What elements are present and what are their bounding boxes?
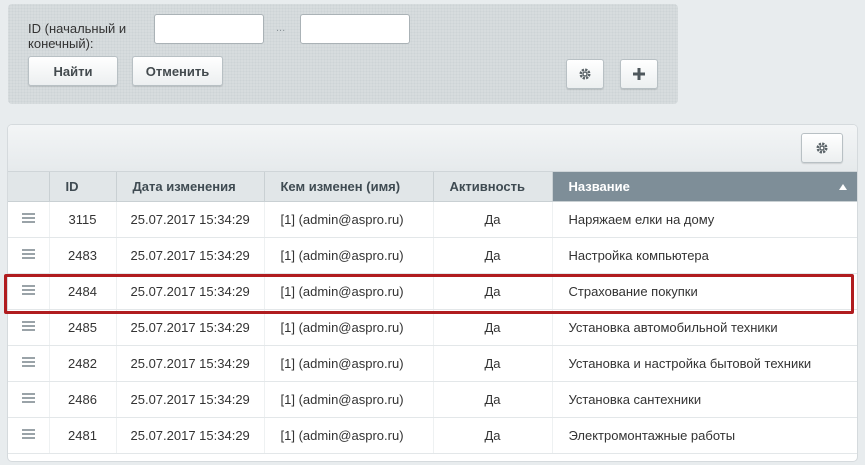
cell-date: 25.07.2017 15:34:29 (116, 309, 265, 346)
id-range-label: ID (начальный и конечный): (28, 21, 127, 51)
table-row[interactable]: 2482 25.07.2017 15:34:29 [1] (admin@aspro.… (8, 345, 857, 382)
cell-modified-by: [1] (admin@aspro.ru) (264, 309, 434, 346)
table-row[interactable]: 2486 25.07.2017 15:34:29 [1] (admin@aspro.… (8, 381, 857, 418)
sort-asc-icon (838, 184, 847, 190)
cell-modified-by: [1] (admin@aspro.ru) (264, 201, 434, 238)
column-header-active[interactable]: Активность (433, 172, 553, 202)
menu-icon (21, 391, 35, 405)
cell-modified-by: [1] (admin@aspro.ru) (264, 273, 434, 310)
row-menu-cell[interactable] (8, 237, 50, 274)
menu-icon (21, 247, 35, 261)
filter-panel: ID (начальный и конечный): ... Найти Отм… (8, 4, 678, 104)
cell-active: Да (433, 345, 553, 382)
cell-date: 25.07.2017 15:34:29 (116, 237, 265, 274)
list-panel: ID Дата изменения Кем изменен (имя) Акти… (8, 125, 857, 461)
cell-name[interactable]: Настройка компьютера (552, 237, 857, 274)
find-button[interactable]: Найти (28, 56, 118, 86)
cell-date: 25.07.2017 15:34:29 (116, 345, 265, 382)
cell-name[interactable]: Наряжаем елки на дому (552, 201, 857, 238)
table-row[interactable]: 3115 25.07.2017 15:34:29 [1] (admin@aspro.… (8, 201, 857, 238)
cell-name[interactable]: Страхование покупки (552, 273, 857, 310)
cell-active: Да (433, 237, 553, 274)
row-menu-cell[interactable] (8, 201, 50, 238)
menu-icon (21, 283, 35, 297)
cell-active: Да (433, 417, 553, 454)
column-header-name[interactable]: Название (552, 172, 857, 202)
id-from-input[interactable] (154, 14, 264, 44)
cell-active: Да (433, 273, 553, 310)
table-row[interactable]: 2485 25.07.2017 15:34:29 [1] (admin@aspro.… (8, 309, 857, 346)
row-menu-cell[interactable] (8, 273, 50, 310)
column-header-modified-by[interactable]: Кем изменен (имя) (264, 172, 434, 202)
table-row[interactable]: 2484 25.07.2017 15:34:29 [1] (admin@aspro.… (8, 273, 857, 310)
cell-date: 25.07.2017 15:34:29 (116, 201, 265, 238)
cell-date: 25.07.2017 15:34:29 (116, 273, 265, 310)
menu-icon (21, 427, 35, 441)
cell-id: 2484 (49, 273, 117, 310)
cell-id: 3115 (49, 201, 117, 238)
cell-id: 2483 (49, 237, 117, 274)
cell-active: Да (433, 309, 553, 346)
cell-modified-by: [1] (admin@aspro.ru) (264, 417, 434, 454)
cell-modified-by: [1] (admin@aspro.ru) (264, 237, 434, 274)
gear-icon (579, 68, 591, 80)
range-separator: ... (276, 22, 286, 34)
menu-icon (21, 211, 35, 225)
table-row[interactable]: 2481 25.07.2017 15:34:29 [1] (admin@aspro.… (8, 417, 857, 454)
cell-name[interactable]: Установка сантехники (552, 381, 857, 418)
menu-icon (21, 355, 35, 369)
plus-icon (633, 68, 645, 80)
cell-id: 2486 (49, 381, 117, 418)
column-header-name-label: Название (568, 178, 630, 194)
cancel-button[interactable]: Отменить (132, 56, 223, 86)
cell-id: 2481 (49, 417, 117, 454)
menu-icon (21, 319, 35, 333)
row-menu-cell[interactable] (8, 309, 50, 346)
list-settings-button[interactable] (801, 133, 843, 163)
cell-modified-by: [1] (admin@aspro.ru) (264, 381, 434, 418)
cell-name[interactable]: Установка автомобильной техники (552, 309, 857, 346)
cell-name[interactable]: Установка и настройка бытовой техники (552, 345, 857, 382)
cell-id: 2482 (49, 345, 117, 382)
cell-modified-by: [1] (admin@aspro.ru) (264, 345, 434, 382)
filter-settings-button[interactable] (566, 59, 604, 89)
table-header: ID Дата изменения Кем изменен (имя) Акти… (8, 172, 857, 202)
gear-icon (816, 142, 828, 154)
column-header-actions (8, 172, 50, 202)
column-header-id[interactable]: ID (49, 172, 117, 202)
cell-date: 25.07.2017 15:34:29 (116, 417, 265, 454)
id-to-input[interactable] (300, 14, 410, 44)
cell-id: 2485 (49, 309, 117, 346)
column-header-date[interactable]: Дата изменения (116, 172, 265, 202)
cell-active: Да (433, 201, 553, 238)
row-menu-cell[interactable] (8, 417, 50, 454)
cell-name[interactable]: Электромонтажные работы (552, 417, 857, 454)
table-row[interactable]: 2483 25.07.2017 15:34:29 [1] (admin@aspro.… (8, 237, 857, 274)
cell-date: 25.07.2017 15:34:29 (116, 381, 265, 418)
cell-active: Да (433, 381, 553, 418)
add-filter-button[interactable] (620, 59, 658, 89)
items-table: ID Дата изменения Кем изменен (имя) Акти… (8, 172, 857, 454)
row-menu-cell[interactable] (8, 381, 50, 418)
list-toolbar (8, 125, 857, 172)
row-menu-cell[interactable] (8, 345, 50, 382)
